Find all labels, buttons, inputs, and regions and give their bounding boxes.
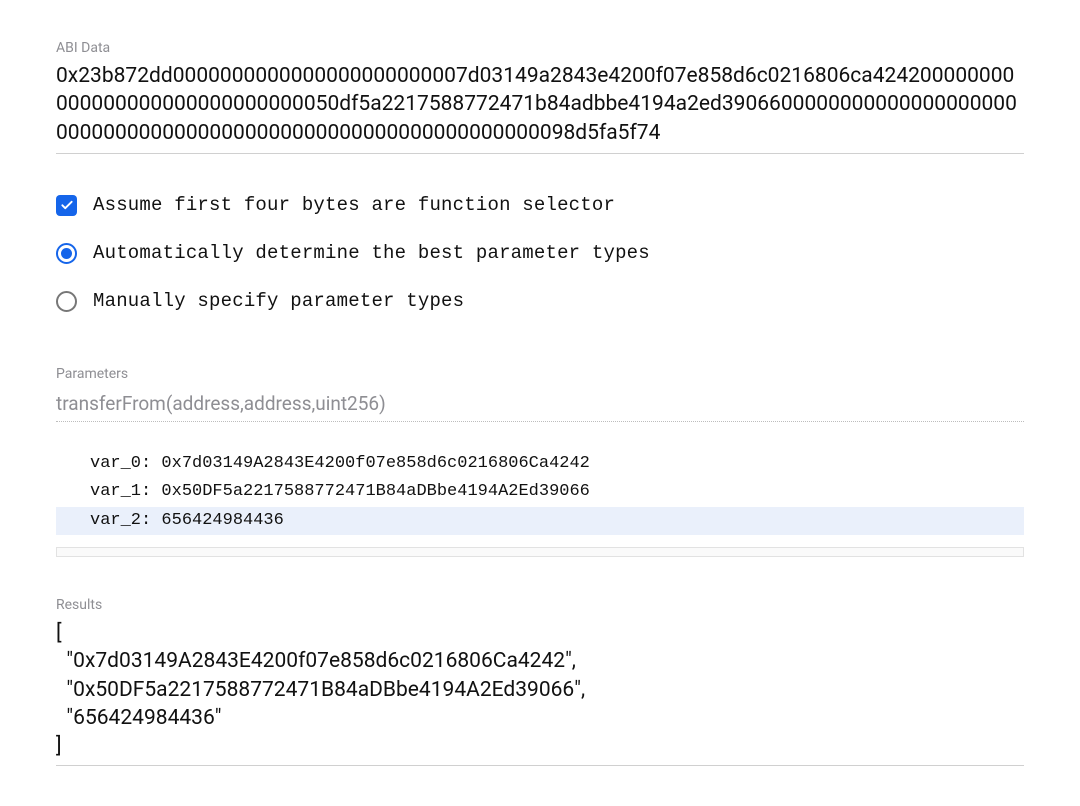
abi-data-section: ABI Data 0x23b872dd000000000000000000000…	[56, 40, 1024, 154]
section-divider	[56, 547, 1024, 557]
abi-data-label: ABI Data	[56, 40, 1024, 56]
checkbox-icon	[56, 195, 77, 216]
decoded-variable-row: var_1: 0x50DF5a2217588772471B84aDBbe4194…	[56, 478, 1024, 506]
option-auto-types-label: Automatically determine the best paramet…	[93, 242, 650, 264]
parameters-section: Parameters transferFrom(address,address,…	[56, 366, 1024, 557]
results-section: Results [ "0x7d03149A2843E4200f07e858d6c…	[56, 597, 1024, 766]
options-group: Assume first four bytes are function sel…	[56, 194, 1024, 312]
option-manual-types[interactable]: Manually specify parameter types	[56, 290, 1024, 312]
option-manual-types-label: Manually specify parameter types	[93, 290, 464, 312]
parameters-input[interactable]: transferFrom(address,address,uint256)	[56, 388, 1024, 422]
option-assume-selector-label: Assume first four bytes are function sel…	[93, 194, 615, 216]
results-label: Results	[56, 597, 1024, 613]
abi-data-input[interactable]: 0x23b872dd0000000000000000000000007d0314…	[56, 62, 1024, 154]
option-auto-types[interactable]: Automatically determine the best paramet…	[56, 242, 1024, 264]
parameters-label: Parameters	[56, 366, 1024, 382]
option-assume-selector[interactable]: Assume first four bytes are function sel…	[56, 194, 1024, 216]
decoded-variables: var_0: 0x7d03149A2843E4200f07e858d6c0216…	[56, 450, 1024, 535]
radio-selected-icon	[56, 243, 77, 264]
decoded-variable-row: var_0: 0x7d03149A2843E4200f07e858d6c0216…	[56, 450, 1024, 478]
decoded-variable-row: var_2: 656424984436	[56, 507, 1024, 535]
results-output: [ "0x7d03149A2843E4200f07e858d6c0216806C…	[56, 619, 1024, 766]
radio-unselected-icon	[56, 291, 77, 312]
